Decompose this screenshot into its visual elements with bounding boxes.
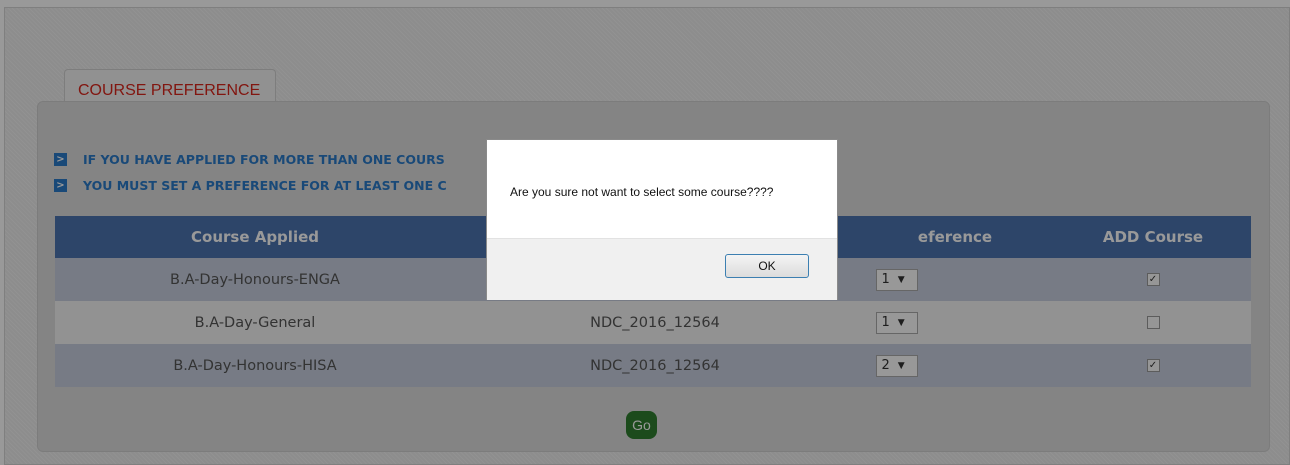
ok-button[interactable]: OK bbox=[725, 254, 809, 278]
dialog-footer: OK bbox=[487, 238, 837, 300]
confirm-dialog: Are you sure not want to select some cou… bbox=[486, 139, 838, 300]
dialog-message: Are you sure not want to select some cou… bbox=[510, 185, 774, 199]
